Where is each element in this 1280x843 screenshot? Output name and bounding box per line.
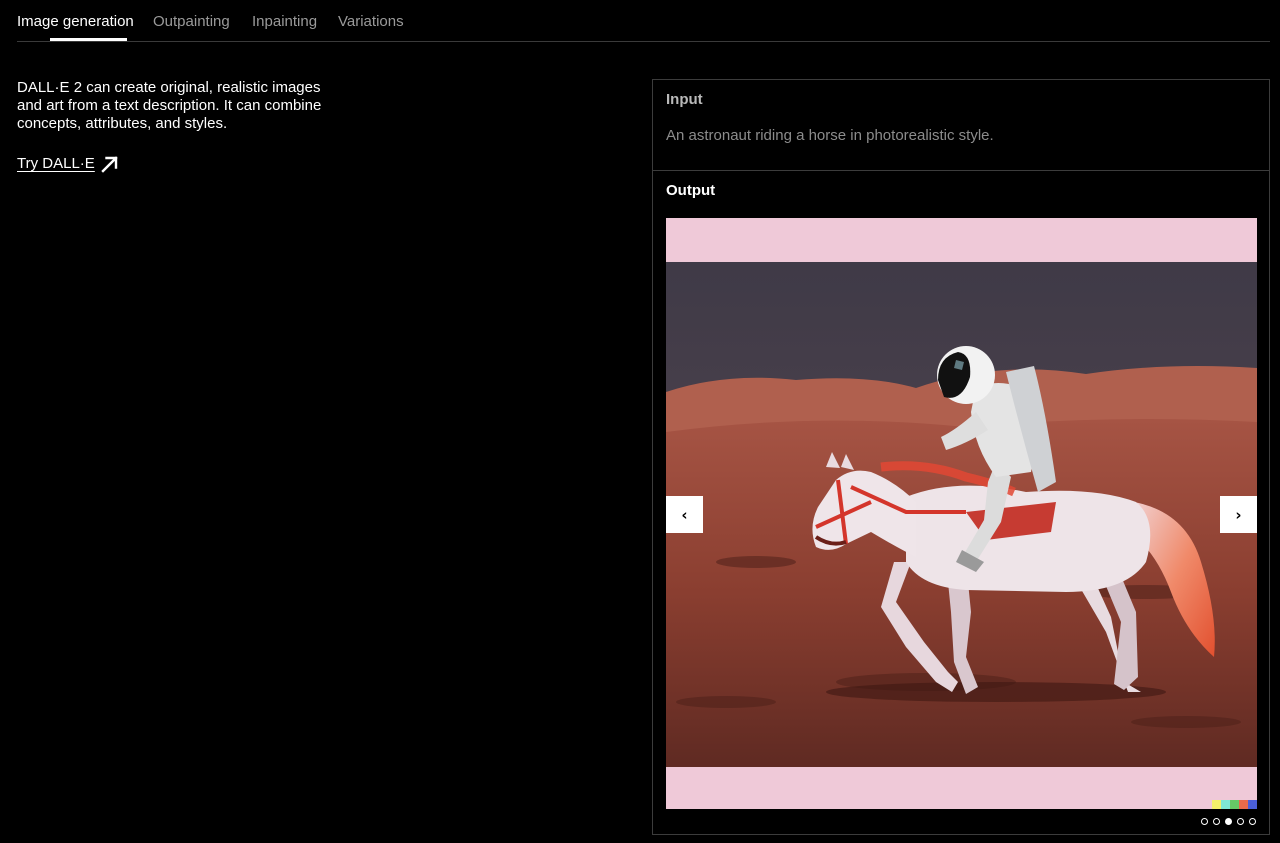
demo-panel: Input An astronaut riding a horse in pho… [652,79,1270,835]
tab-outpainting[interactable]: Outpainting [153,13,230,31]
output-heading: Output [666,182,716,199]
active-tab-indicator [50,38,127,41]
carousel-dot-active[interactable] [1225,818,1232,825]
try-dalle-link[interactable]: Try DALL·E [17,155,119,173]
chevron-left-icon: ‹ [681,505,688,524]
carousel-dot[interactable] [1201,818,1208,825]
carousel-pagination [1201,818,1256,826]
tab-image-generation[interactable]: Image generation [17,13,134,31]
carousel-dot[interactable] [1249,818,1256,825]
astronaut-horse-illustration [666,262,1257,767]
dalle-watermark [1212,800,1257,809]
next-image-button[interactable]: › [1220,496,1257,533]
output-image: ‹ › [666,218,1257,809]
tab-inpainting[interactable]: Inpainting [252,13,317,31]
input-section: Input An astronaut riding a horse in pho… [653,80,1269,171]
try-dalle-label: Try DALL·E [17,155,95,172]
intro-description: DALL·E 2 can create original, realistic … [17,79,322,132]
carousel-dot[interactable] [1237,818,1244,825]
carousel-dot[interactable] [1213,818,1220,825]
chevron-right-icon: › [1235,505,1242,524]
generated-photo [666,262,1257,767]
previous-image-button[interactable]: ‹ [666,496,703,533]
arrow-up-right-icon [101,156,118,173]
prompt-text: An astronaut riding a horse in photoreal… [666,127,994,144]
input-heading: Input [666,91,703,108]
tab-bar: Image generation Outpainting Inpainting … [17,0,1270,42]
tab-variations[interactable]: Variations [338,13,404,31]
